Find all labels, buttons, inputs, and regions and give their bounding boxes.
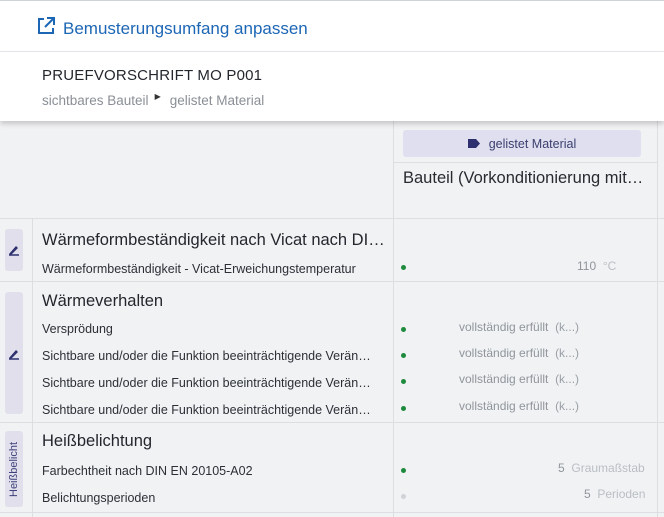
row-label: Wärmeformbeständigkeit - Vicat-Erweichun…	[42, 262, 356, 276]
result-value[interactable]: vollständig erfüllt (k...)	[459, 399, 579, 413]
breadcrumb-item[interactable]: gelistet Material	[170, 93, 265, 108]
result-grid: gelistet Material Bauteil (Vorkonditioni…	[0, 121, 664, 517]
external-link-icon	[37, 17, 55, 40]
material-chip[interactable]: gelistet Material	[403, 130, 641, 157]
breadcrumb: sichtbares Bauteil ▶ gelistet Material	[42, 92, 265, 108]
breadcrumb-caret-icon: ▶	[154, 92, 161, 101]
row-label: Sichtbare und/oder die Funktion beeinträ…	[42, 376, 372, 390]
row-label: Sichtbare und/oder die Funktion beeinträ…	[42, 349, 372, 363]
section-rail[interactable]	[5, 229, 23, 271]
result-value[interactable]: 5 Graumaßstab	[558, 461, 645, 475]
result-value[interactable]: 5 Perioden	[584, 487, 645, 501]
result-value[interactable]: 110 °C	[577, 259, 616, 273]
status-dot	[401, 327, 406, 332]
result-value[interactable]: vollständig erfüllt (k...)	[459, 320, 579, 334]
status-dot	[401, 353, 406, 358]
page-title: PRUEFVORSCHRIFT MO P001	[42, 67, 263, 84]
document-header: PRUEFVORSCHRIFT MO P001 sichtbares Baute…	[0, 52, 664, 121]
section-title: Wärmeformbeständigkeit nach Vicat nach D…	[42, 231, 387, 249]
status-dot	[401, 406, 406, 411]
row-label: Sichtbare und/oder die Funktion beeinträ…	[42, 403, 372, 417]
status-dot	[401, 468, 406, 473]
section-title: Wärmeverhalten	[42, 292, 164, 310]
top-toolbar: Bemusterungsumfang anpassen	[0, 0, 664, 52]
edit-icon	[5, 243, 23, 261]
adjust-sampling-label: Bemusterungsumfang anpassen	[63, 18, 308, 38]
section-rail[interactable]: Heißbelicht	[5, 431, 23, 507]
breadcrumb-item[interactable]: sichtbares Bauteil	[42, 93, 149, 108]
status-dot	[401, 265, 406, 270]
status-dot	[401, 379, 406, 384]
material-chip-label: gelistet Material	[488, 136, 577, 151]
tag-icon	[467, 137, 480, 151]
section-rail-label: Heißbelicht	[8, 441, 20, 497]
section-rail[interactable]	[5, 292, 23, 414]
column-header: Bauteil (Vorkonditionierung mit Wärmealt…	[403, 169, 647, 187]
result-value[interactable]: vollständig erfüllt (k...)	[459, 372, 579, 386]
adjust-sampling-link[interactable]: Bemusterungsumfang anpassen	[37, 17, 308, 40]
row-label: Farbechtheit nach DIN EN 20105-A02	[42, 464, 253, 478]
row-label: Belichtungsperioden	[42, 491, 156, 505]
section-title: Heißbelichtung	[42, 432, 153, 450]
result-value[interactable]: vollständig erfüllt (k...)	[459, 346, 579, 360]
row-label: Versprödung	[42, 322, 113, 336]
status-dot	[401, 494, 406, 499]
edit-icon	[5, 347, 23, 365]
